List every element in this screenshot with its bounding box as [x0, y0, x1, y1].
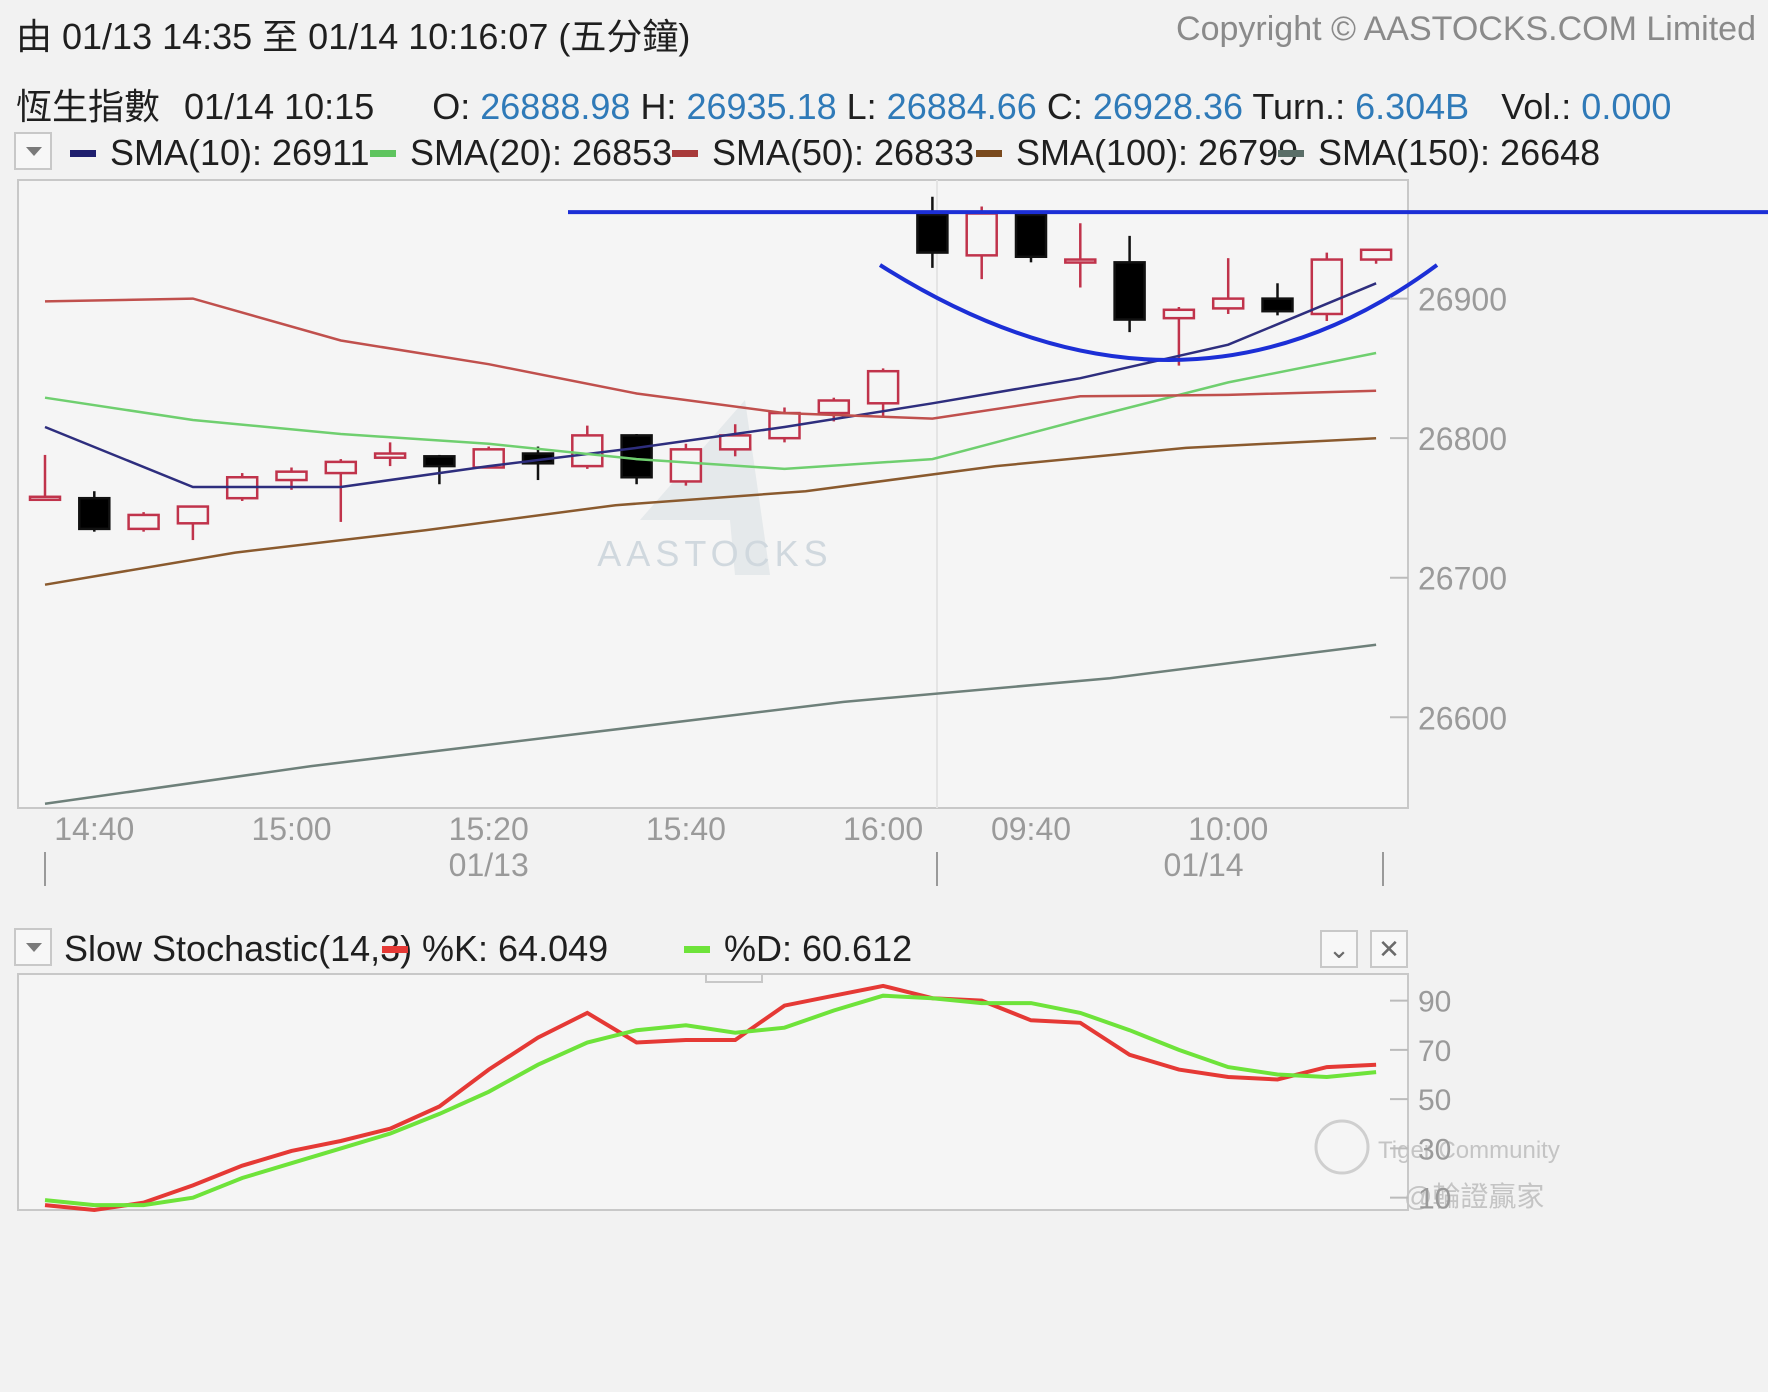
stoch-y-tick-label: 10 — [1418, 1183, 1451, 1216]
candle-body — [1014, 213, 1048, 259]
candle-body — [127, 513, 160, 531]
candle-body — [669, 448, 703, 483]
date-label: 01/14 — [1164, 847, 1244, 883]
x-tick-label: 14:40 — [54, 811, 134, 847]
candle-body — [176, 505, 210, 525]
tiger-community-watermark: Tiger Community — [1378, 1137, 1560, 1164]
candle-body — [571, 434, 604, 468]
date-label: 01/13 — [449, 847, 529, 883]
candle-body — [866, 369, 900, 405]
candle-body — [1359, 248, 1393, 261]
x-tick-label: 16:00 — [843, 811, 923, 847]
stoch-plot-frame — [17, 973, 1409, 1211]
candle-body — [275, 470, 308, 482]
candle-body — [373, 452, 407, 459]
chart-canvas: AASTOCKS Tiger Community @輪證贏家 269002680… — [17, 179, 1768, 1216]
candle-body — [916, 213, 949, 254]
candle-body — [965, 212, 998, 257]
candle-body — [817, 399, 851, 415]
candle-body — [620, 434, 653, 479]
x-tick-label: 15:00 — [251, 811, 331, 847]
y-tick-label: 26700 — [1418, 561, 1507, 597]
stoch-y-tick-label: 50 — [1418, 1084, 1451, 1117]
x-tick-label: 15:20 — [449, 811, 529, 847]
candle-body — [423, 455, 456, 468]
stoch-y-tick-label: 30 — [1418, 1133, 1451, 1166]
candle-body — [1310, 258, 1344, 316]
candle-body — [1261, 297, 1294, 313]
candle-body — [28, 495, 62, 502]
candle-body — [1113, 261, 1146, 321]
x-tick-label: 10:00 — [1188, 811, 1268, 847]
candle-body — [78, 496, 111, 531]
stoch-y-tick-label: 70 — [1418, 1035, 1451, 1068]
candle-body — [324, 460, 358, 475]
candle-body — [1211, 297, 1245, 310]
y-tick-label: 26900 — [1418, 282, 1507, 318]
x-tick-label: 15:40 — [646, 811, 726, 847]
candle-body — [718, 434, 752, 451]
x-tick-label: 09:40 — [991, 811, 1071, 847]
y-tick-label: 26800 — [1418, 421, 1507, 457]
aastocks-watermark-text: AASTOCKS — [597, 533, 832, 574]
stoch-y-tick-label: 90 — [1418, 986, 1451, 1019]
candle-body — [1064, 258, 1097, 264]
candle-body — [1162, 308, 1196, 320]
y-tick-label: 26600 — [1418, 700, 1507, 736]
